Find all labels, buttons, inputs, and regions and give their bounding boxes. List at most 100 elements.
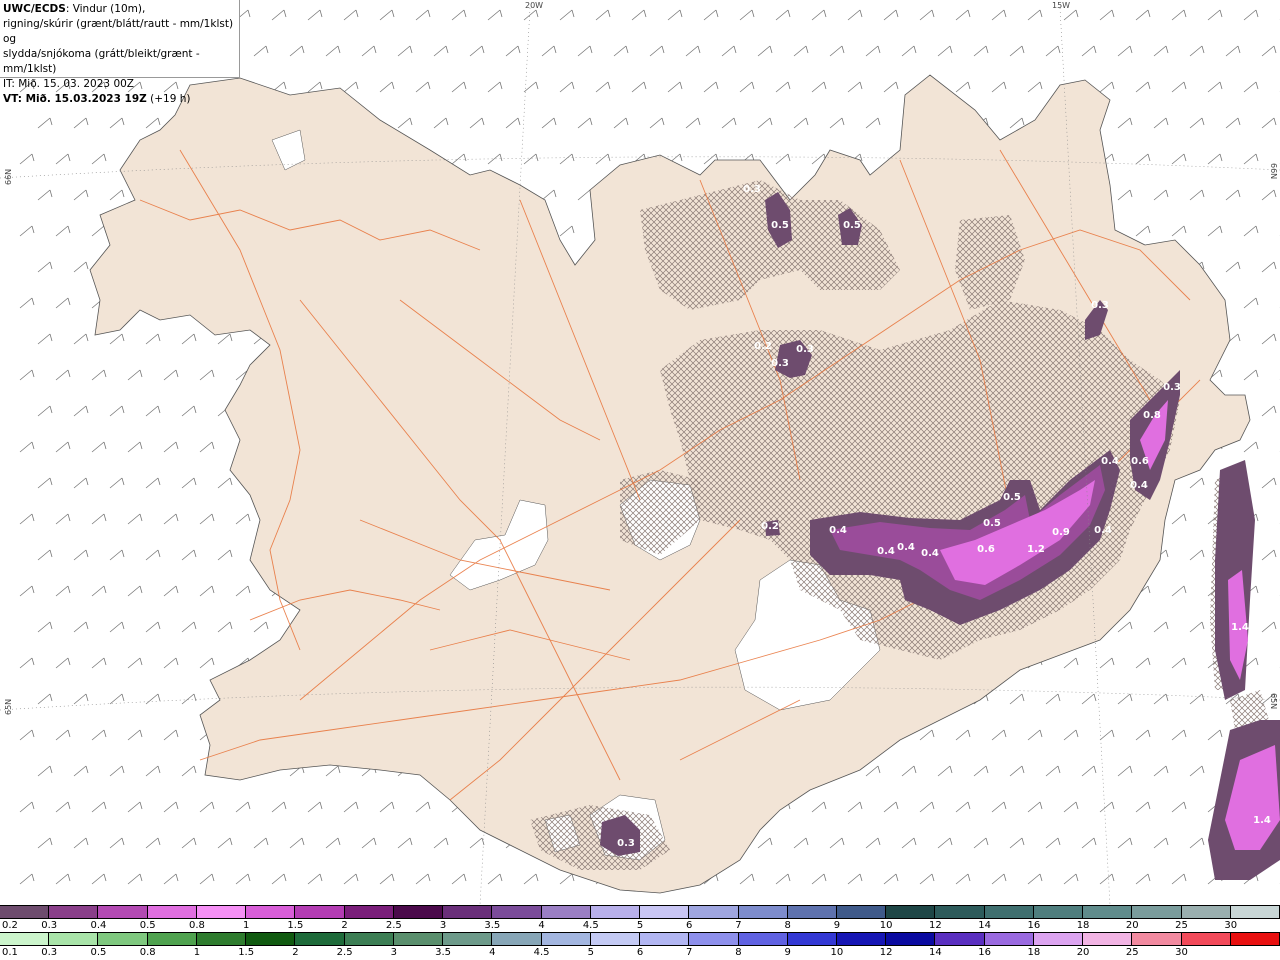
snow-legend-label: 25: [1175, 920, 1188, 931]
precip-value-label: 0.3: [771, 358, 789, 369]
snow-legend-label: 4: [538, 920, 545, 931]
snow-legend-swatch: [787, 906, 837, 918]
rain-legend-labels: 0.1 0.3 0.5 0.8 1 1.5 2 2.5 3 3.5 4 4.5 5 6 7 8 9 10 12 14 1…: [0, 947, 1280, 959]
snow-legend-label: 18: [1076, 920, 1090, 931]
valid-time: VT: Mið. 15.03.2023 19Z: [3, 93, 147, 105]
rain-legend-label: 3.5: [435, 947, 452, 958]
precip-value-label: 0.8: [1143, 410, 1161, 421]
snow-legend-swatch: [1132, 906, 1182, 918]
lon-label-20w: 20W: [525, 1, 544, 10]
snow-legend-label: 1: [242, 920, 250, 931]
snow-legend-swatch: [1033, 906, 1084, 918]
snow-legend-label: 0.8: [188, 920, 205, 931]
lon-label-15w: 15W: [1052, 1, 1071, 10]
rain-legend-swatch: [1033, 933, 1084, 945]
precip-value-label: 1.2: [1027, 544, 1045, 555]
precip-value-label: 0.4: [1094, 525, 1112, 536]
snow-legend-swatch: [541, 906, 591, 918]
rain-legend-swatch: [344, 933, 394, 945]
snow-legend-swatch: [98, 906, 148, 918]
precip-value-label: 0.2: [754, 341, 772, 352]
precip-value-label: 1.4: [1231, 622, 1249, 633]
snow-legend-label: 4.5: [582, 920, 599, 931]
rain-legend-swatch: [886, 933, 936, 945]
precip-value-label: 0.4: [921, 548, 939, 559]
rain-legend-swatch: [1181, 933, 1231, 945]
precip-value-label: 0.3: [617, 838, 635, 849]
snow-legend-swatch: [984, 906, 1034, 918]
rain-legend-label: 5: [587, 947, 594, 958]
rain-legend-swatch: [738, 933, 788, 945]
snow-legend-swatch: [640, 906, 690, 918]
rain-legend-label: 10: [830, 947, 844, 958]
precip-value-label: 0.4: [1130, 480, 1148, 491]
snow-legend-swatch: [689, 906, 739, 918]
lat-label-66n-right: 66N: [1269, 163, 1278, 180]
precip-value-label: 0.9: [1052, 527, 1070, 538]
snow-legend-swatch: [886, 906, 936, 918]
precip-value-label: 0.5: [1003, 492, 1021, 503]
rain-legend-swatch: [1083, 933, 1133, 945]
snow-legend-swatch: [147, 906, 197, 918]
snow-legend-label: 16: [1027, 920, 1041, 931]
snow-legend-swatch: [0, 906, 50, 918]
rain-legend-swatch: [541, 933, 591, 945]
rain-legend-label: 8: [735, 947, 742, 958]
snow-color-legend: [0, 905, 1280, 919]
precip-value-label: 0.5: [983, 518, 1001, 529]
lat-label-66n-left: 66N: [4, 168, 13, 185]
snow-legend-label: 5: [636, 920, 644, 931]
forecast-info-box: UWC/ECDS: Vindur (10m), rigning/skúrir (…: [0, 0, 240, 105]
rain-legend-label: 18: [1027, 947, 1041, 958]
rain-legend-label: 0.3: [41, 947, 58, 958]
rain-legend-swatch: [49, 933, 99, 945]
rain-legend-label: 2.5: [336, 947, 353, 958]
rain-legend-label: 16: [978, 947, 991, 958]
rain-legend-swatch: [0, 933, 50, 945]
rain-legend-label: 0.8: [139, 947, 156, 958]
rain-legend-swatch: [1132, 933, 1182, 945]
snow-legend-label: 12: [929, 920, 942, 931]
snow-legend-label: 0.2: [2, 920, 18, 931]
snow-legend-label: 6: [686, 920, 693, 931]
snow-legend-label: 14: [978, 920, 991, 931]
snow-legend-label: 8: [784, 920, 791, 931]
snow-legend-label: 7: [735, 920, 742, 931]
snow-legend-swatch: [246, 906, 296, 918]
rain-legend-swatch: [98, 933, 148, 945]
rain-legend-swatch: [836, 933, 887, 945]
rain-legend-swatch: [1230, 933, 1280, 945]
rain-legend-swatch: [984, 933, 1034, 945]
precip-value-label: 0.3: [796, 344, 814, 355]
precip-value-label: 0.5: [771, 220, 789, 231]
rain-legend-label: 30: [1175, 947, 1188, 958]
rain-legend-swatch: [147, 933, 197, 945]
rain-legend-label: 14: [929, 947, 942, 958]
precip-value-label: 0.4: [829, 525, 847, 536]
rain-legend-swatch: [246, 933, 296, 945]
rain-legend-label: 7: [686, 947, 693, 958]
rain-legend-swatch: [935, 933, 985, 945]
snow-legend-swatch: [935, 906, 985, 918]
snow-legend-swatch: [344, 906, 394, 918]
snow-legend-label: 3: [439, 920, 447, 931]
rain-legend-swatch: [492, 933, 542, 945]
snow-legend-label: 10: [879, 920, 893, 931]
rain-legend-label: 0.1: [2, 947, 18, 958]
rain-legend-label: 1.5: [238, 947, 255, 958]
precip-value-label: 0.2: [761, 521, 779, 532]
title-variable: : Vindur (10m),: [65, 3, 146, 15]
rain-legend-swatch: [640, 933, 690, 945]
rain-legend-label: 12: [879, 947, 893, 958]
rain-legend-label: 25: [1125, 947, 1139, 958]
precip-value-label: 0.5: [843, 220, 861, 231]
valid-time-line: VT: Mið. 15.03.2023 19Z (+19 h): [3, 92, 236, 107]
precip-value-label: 0.3: [743, 184, 761, 195]
snow-legend-label: 20: [1125, 920, 1139, 931]
snow-legend-swatch: [590, 906, 641, 918]
lat-label-65n-left: 65N: [4, 698, 13, 715]
snow-legend-label: 3.5: [484, 920, 501, 931]
snow-legend-label: 2: [341, 920, 348, 931]
snow-legend-swatch: [1181, 906, 1231, 918]
precip-value-label: 0.3: [1163, 382, 1181, 393]
